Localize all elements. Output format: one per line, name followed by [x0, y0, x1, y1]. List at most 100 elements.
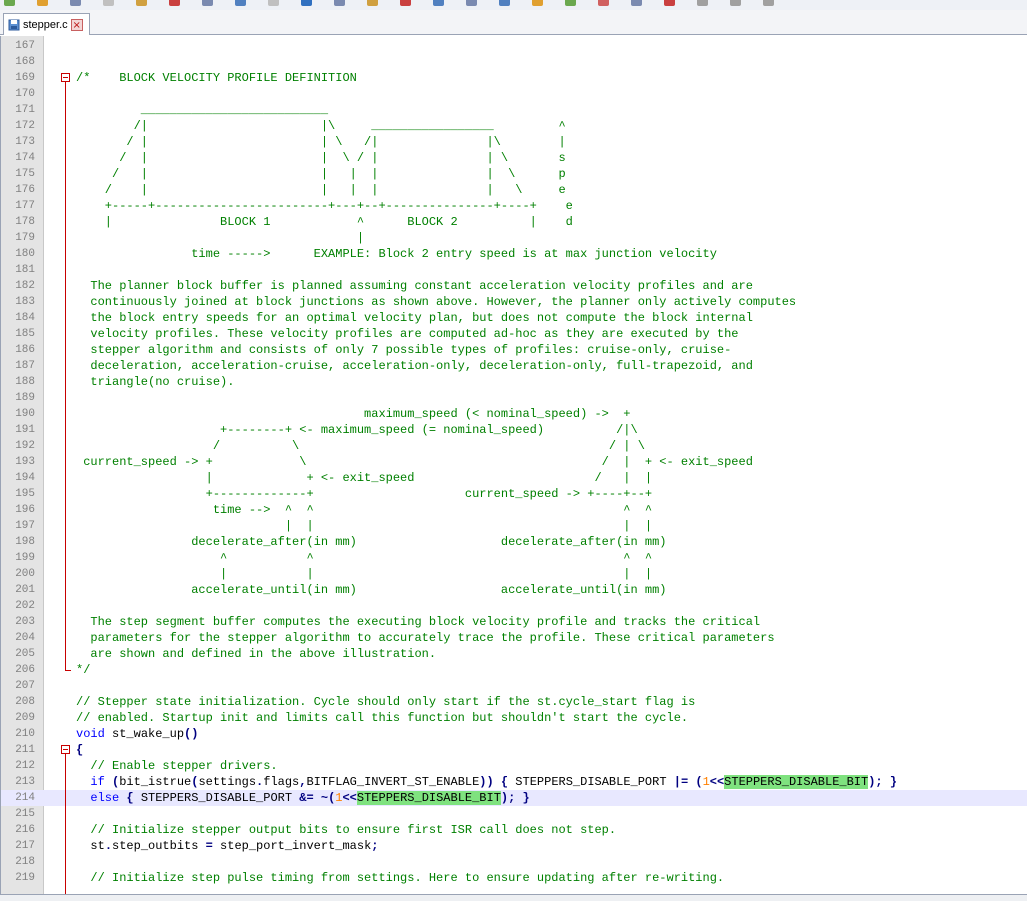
code-line[interactable]: 199 ^ ^ ^ ^ — [1, 550, 1027, 566]
code-line[interactable]: 203 The step segment buffer computes the… — [1, 614, 1027, 630]
code-text: // enabled. Startup init and limits call… — [76, 710, 688, 726]
code-token: // enabled. Startup init and limits call… — [76, 711, 689, 725]
code-line[interactable]: 179 | — [1, 230, 1027, 246]
code-line[interactable]: 170 — [1, 86, 1027, 102]
code-line[interactable]: 180 time -----> EXAMPLE: Block 2 entry s… — [1, 246, 1027, 262]
code-line[interactable]: 219 // Initialize step pulse timing from… — [1, 870, 1027, 886]
line-number: 184 — [15, 312, 35, 324]
code-line[interactable]: 184 the block entry speeds for an optima… — [1, 310, 1027, 326]
code-line[interactable]: 177 +-----+------------------------+---+… — [1, 198, 1027, 214]
code-editor[interactable]: 167 168 169 /* BLOCK VELOCITY PROFILE DEFIN… — [0, 36, 1027, 894]
code-line[interactable]: 192 / \ / | \ — [1, 438, 1027, 454]
toolbar-button-icon[interactable] — [169, 0, 180, 6]
code-line[interactable]: 205 are shown and defined in the above i… — [1, 646, 1027, 662]
code-line[interactable]: 178 | BLOCK 1 ^ BLOCK 2 | d — [1, 214, 1027, 230]
line-number: 200 — [15, 568, 35, 580]
toolbar-button-icon[interactable] — [763, 0, 774, 6]
toolbar-button-icon[interactable] — [367, 0, 378, 6]
code-line[interactable]: 201 accelerate_until(in mm) accelerate_u… — [1, 582, 1027, 598]
toolbar-button-icon[interactable] — [499, 0, 510, 6]
code-line[interactable]: 195 +-------------+ current_speed -> +--… — [1, 486, 1027, 502]
code-line[interactable]: 210 void st_wake_up() — [1, 726, 1027, 742]
toolbar-button-icon[interactable] — [730, 0, 741, 6]
code-token: } — [522, 791, 530, 805]
code-line[interactable]: 209 // enabled. Startup init and limits c… — [1, 710, 1027, 726]
code-line[interactable]: 208 // Stepper state initialization. Cycl… — [1, 694, 1027, 710]
code-line[interactable]: 212 // Enable stepper drivers. — [1, 758, 1027, 774]
code-line[interactable]: 183 continuously joined at block junctio… — [1, 294, 1027, 310]
toolbar-button-icon[interactable] — [532, 0, 543, 6]
code-line[interactable]: 171 __________________________ — [1, 102, 1027, 118]
code-token: */ — [76, 663, 91, 677]
toolbar-button-icon[interactable] — [697, 0, 708, 6]
toolbar-button-icon[interactable] — [136, 0, 147, 6]
toolbar-button-icon[interactable] — [664, 0, 675, 6]
toolbar-button-icon[interactable] — [202, 0, 213, 6]
toolbar-button-icon[interactable] — [70, 0, 81, 6]
code-line[interactable]: 211 { — [1, 742, 1027, 758]
code-line[interactable]: 173 / | | \ /| |\ | — [1, 134, 1027, 150]
line-number: 215 — [15, 808, 35, 820]
code-line[interactable]: 174 / | | \ / | | \ s — [1, 150, 1027, 166]
toolbar-button-icon[interactable] — [466, 0, 477, 6]
code-token: / | | \ /| |\ | — [76, 135, 566, 149]
toolbar-button-icon[interactable] — [235, 0, 246, 6]
toolbar-button-icon[interactable] — [433, 0, 444, 6]
code-line[interactable]: 182 The planner block buffer is planned … — [1, 278, 1027, 294]
code-line[interactable]: 215 — [1, 806, 1027, 822]
tab-stepper-c[interactable]: stepper.c × — [3, 13, 90, 35]
code-line[interactable]: 197 | | | | — [1, 518, 1027, 534]
toolbar-button-icon[interactable] — [598, 0, 609, 6]
toolbar-button-icon[interactable] — [103, 0, 114, 6]
code-line[interactable]: 194 | + <- exit_speed / | | — [1, 470, 1027, 486]
line-number: 185 — [15, 328, 35, 340]
code-line[interactable]: 206 */ — [1, 662, 1027, 678]
code-line[interactable]: 218 — [1, 854, 1027, 870]
code-line[interactable]: 193 current_speed -> + \ / | + <- exit_s… — [1, 454, 1027, 470]
code-line[interactable]: 187 deceleration, acceleration-cruise, a… — [1, 358, 1027, 374]
toolbar-button-icon[interactable] — [631, 0, 642, 6]
code-line[interactable]: 204 parameters for the stepper algorithm… — [1, 630, 1027, 646]
code-token: // Enable stepper drivers. — [76, 759, 278, 773]
code-line[interactable]: 176 / | | | | | \ e — [1, 182, 1027, 198]
code-line[interactable]: 213 if (bit_istrue(settings.flags,BITFLA… — [1, 774, 1027, 790]
code-line[interactable]: 202 — [1, 598, 1027, 614]
line-number: 211 — [15, 744, 35, 756]
code-line[interactable]: 207 — [1, 678, 1027, 694]
code-text: | BLOCK 1 ^ BLOCK 2 | d — [76, 214, 573, 230]
line-number: 171 — [15, 104, 35, 116]
code-line[interactable]: 185 velocity profiles. These velocity pr… — [1, 326, 1027, 342]
code-line[interactable]: 190 maximum_speed (< nominal_speed) -> + — [1, 406, 1027, 422]
fold-range-line — [65, 82, 66, 670]
toolbar-button-icon[interactable] — [4, 0, 15, 6]
fold-toggle-icon[interactable] — [61, 73, 70, 82]
close-icon[interactable]: × — [70, 18, 83, 31]
code-line[interactable]: 168 — [1, 54, 1027, 70]
code-line[interactable]: 175 / | | | | | \ p — [1, 166, 1027, 182]
code-line[interactable]: 181 — [1, 262, 1027, 278]
toolbar-button-icon[interactable] — [37, 0, 48, 6]
fold-toggle-icon[interactable] — [61, 745, 70, 754]
code-line[interactable]: 214 else { STEPPERS_DISABLE_PORT &= ~(1<… — [1, 790, 1027, 806]
toolbar-button-icon[interactable] — [301, 0, 312, 6]
code-line[interactable]: 189 — [1, 390, 1027, 406]
code-token: decelerate_after(in mm) decelerate_after… — [76, 535, 667, 549]
code-line[interactable]: 169 /* BLOCK VELOCITY PROFILE DEFINITION — [1, 70, 1027, 86]
code-line[interactable]: 191 +--------+ <- maximum_speed (= nomin… — [1, 422, 1027, 438]
toolbar-button-icon[interactable] — [565, 0, 576, 6]
code-line[interactable]: 217 st.step_outbits = step_port_invert_m… — [1, 838, 1027, 854]
code-line[interactable]: 172 /| |\ _________________ ^ — [1, 118, 1027, 134]
code-line[interactable]: 196 time --> ^ ^ ^ ^ — [1, 502, 1027, 518]
code-line[interactable]: 200 | | | | — [1, 566, 1027, 582]
line-number: 188 — [15, 376, 35, 388]
toolbar-button-icon[interactable] — [400, 0, 411, 6]
toolbar-button-icon[interactable] — [334, 0, 345, 6]
code-line[interactable]: 198 decelerate_after(in mm) decelerate_a… — [1, 534, 1027, 550]
toolbar-button-icon[interactable] — [268, 0, 279, 6]
code-token: step_port_invert_mask — [212, 839, 372, 853]
code-line[interactable]: 167 — [1, 38, 1027, 54]
code-line[interactable]: 216 // Initialize stepper output bits to… — [1, 822, 1027, 838]
line-number: 181 — [15, 264, 35, 276]
code-line[interactable]: 188 triangle(no cruise). — [1, 374, 1027, 390]
code-line[interactable]: 186 stepper algorithm and consists of on… — [1, 342, 1027, 358]
